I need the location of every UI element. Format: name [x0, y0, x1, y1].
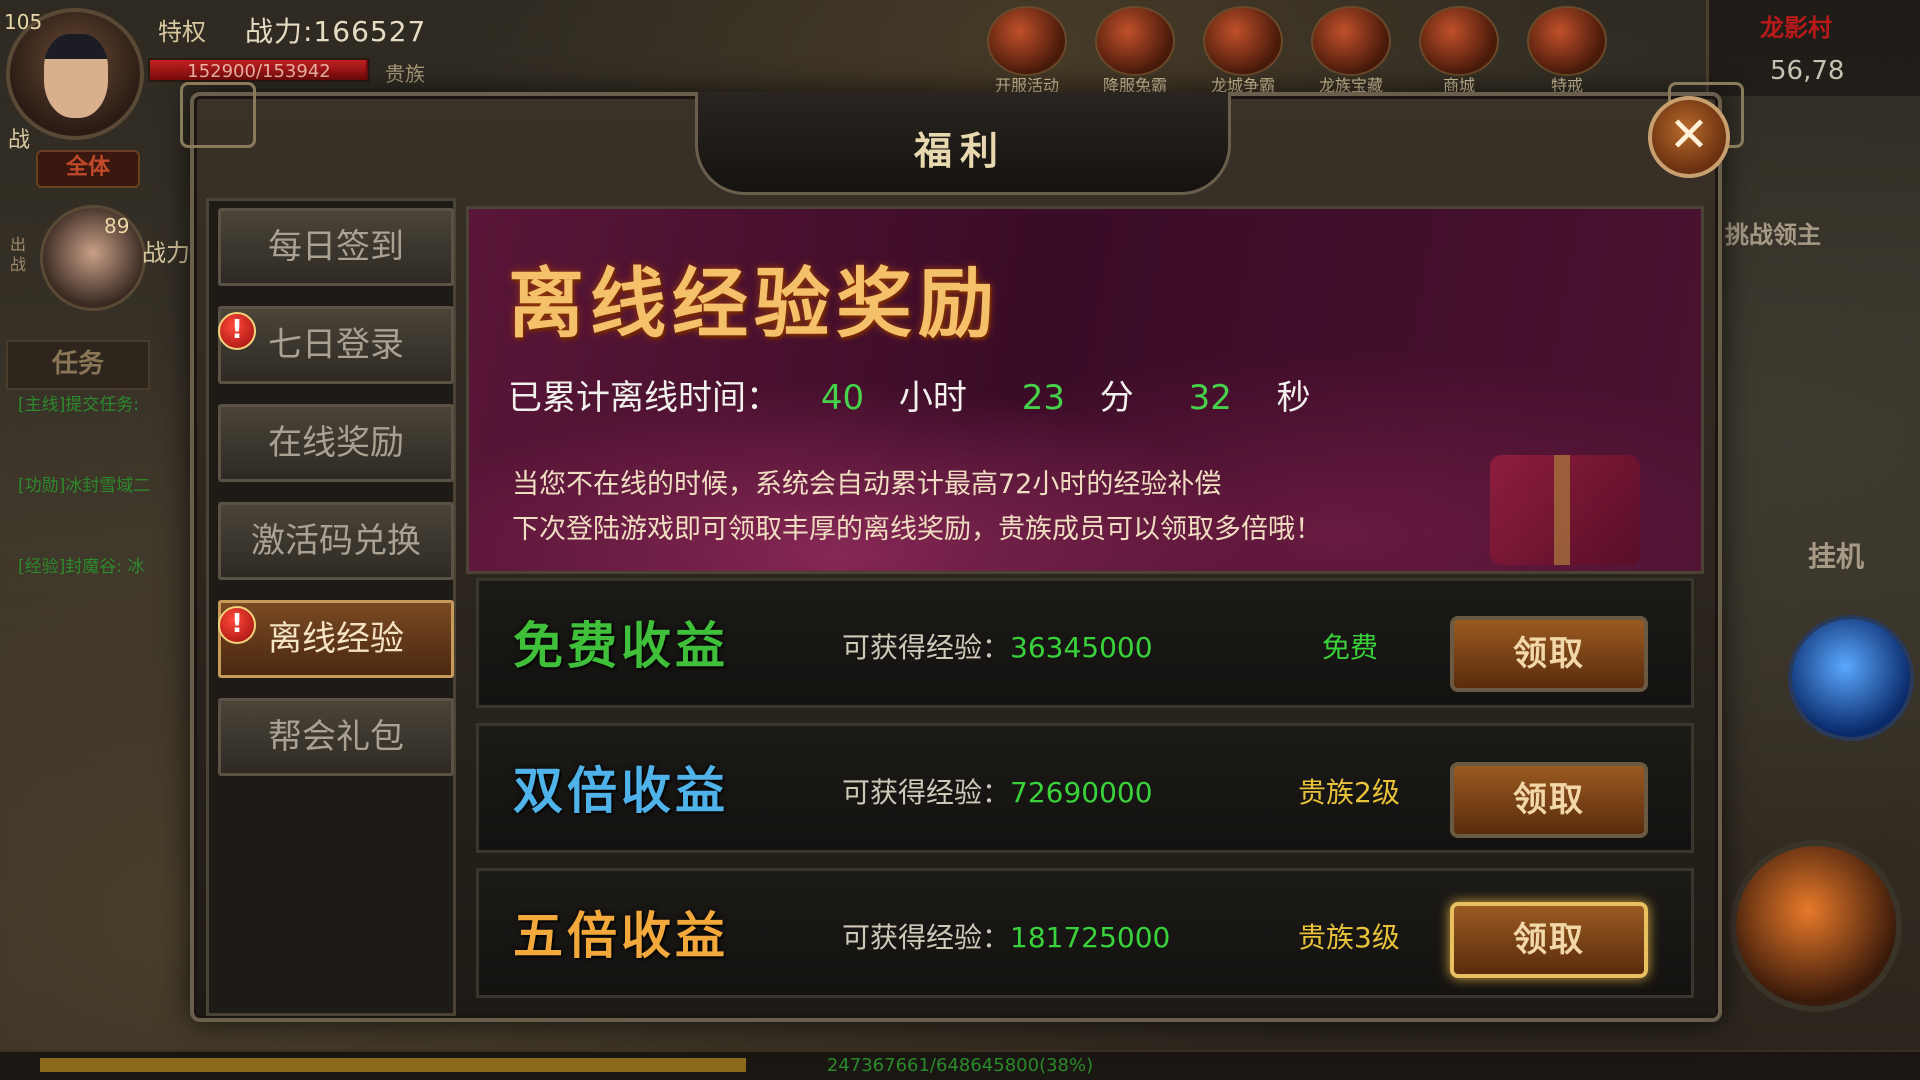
shop-icon — [1419, 6, 1499, 76]
claim-button-free[interactable]: 领取 — [1450, 616, 1648, 692]
reward-exp-free: 可获得经验：36345000 — [842, 626, 1153, 666]
ring-icon — [1527, 6, 1607, 76]
sidebar-item-online-reward[interactable]: 在线奖励 — [218, 404, 454, 482]
seconds-unit: 秒 — [1276, 378, 1311, 418]
task-tab[interactable]: 任务 — [6, 340, 150, 390]
pet-out-label: 出战 — [10, 235, 27, 274]
sidebar-item-seven-day-login[interactable]: 七日登录 — [218, 306, 454, 384]
claim-button-five[interactable]: 领取 — [1450, 902, 1648, 978]
player-level: 105 — [4, 10, 43, 34]
noble-label: 贵族 — [385, 62, 425, 86]
vip-label[interactable]: 特权 — [158, 12, 206, 47]
reward-exp-double: 可获得经验：72690000 — [842, 771, 1153, 811]
minimap-coordinates: 56,78 — [1770, 56, 1845, 86]
reward-name-double: 双倍收益 — [513, 761, 729, 820]
sidebar-item-daily-checkin[interactable]: 每日签到 — [218, 208, 454, 286]
top-icon-special-ring[interactable]: 特戒 — [1525, 6, 1609, 95]
offline-seconds: 32 — [1188, 378, 1232, 418]
top-icon-treasure[interactable]: 龙族宝藏 — [1309, 6, 1393, 95]
top-icon-shop[interactable]: 商城 — [1417, 6, 1501, 95]
auto-battle-button[interactable]: 挂机 — [1808, 535, 1864, 575]
player-face — [44, 34, 108, 118]
top-icon-opening-event[interactable]: 开服活动 — [985, 6, 1069, 95]
exp-label: 可获得经验： — [842, 921, 1011, 954]
pet-avatar[interactable] — [40, 205, 146, 311]
player-power: 战力:166527 — [245, 15, 427, 48]
task-item[interactable]: [经验]封魔谷: 冰 — [18, 552, 188, 577]
exp-value: 181725000 — [1010, 921, 1171, 954]
task-item[interactable]: [功勋]冰封雪域二 — [18, 471, 188, 496]
hours-unit: 小时 — [898, 378, 967, 418]
exp-bar: 247367661/648645800(38%) — [0, 1050, 1920, 1080]
reward-requirement-five: 贵族3级 — [1298, 921, 1400, 954]
minutes-unit: 分 — [1099, 378, 1134, 418]
reward-requirement-double: 贵族2级 — [1298, 776, 1400, 809]
alert-icon: ! — [218, 312, 256, 350]
dialog-title: 福利 — [913, 129, 1006, 173]
pet-power-label: 战力 — [142, 239, 190, 267]
sidebar-item-code-redeem[interactable]: 激活码兑换 — [218, 502, 454, 580]
reward-exp-five: 可获得经验：181725000 — [842, 916, 1170, 956]
banner-title: 离线经验奖励 — [508, 259, 1000, 348]
battle-tag: 战 — [8, 128, 31, 153]
swords-icon — [1095, 6, 1175, 76]
close-button[interactable]: ✕ — [1648, 96, 1730, 178]
exp-label: 可获得经验： — [842, 776, 1011, 809]
corner-decoration-left — [180, 82, 256, 148]
reward-requirement-free: 免费 — [1322, 631, 1379, 664]
reward-name-free: 免费收益 — [513, 616, 729, 675]
banner-description-2: 下次登陆游戏即可领取丰厚的离线奖励，贵族成员可以领取多倍哦！ — [512, 514, 1322, 545]
dragon-icon — [1203, 6, 1283, 76]
boss-challenge-label[interactable]: 挑战领主 — [1725, 215, 1821, 250]
hp-bar: 152900/153942 — [148, 58, 370, 82]
pet-level: 89 — [104, 214, 130, 238]
exp-label: 可获得经验： — [842, 631, 1011, 664]
task-list: [主线]提交任务: [功勋]冰封雪域二 [经验]封魔谷: 冰 — [18, 390, 188, 633]
minimap-location-name: 龙影村 — [1760, 14, 1832, 42]
exp-value: 36345000 — [1010, 631, 1153, 664]
alert-icon: ! — [218, 606, 256, 644]
sidebar-item-guild-gift[interactable]: 帮会礼包 — [218, 698, 454, 776]
task-item[interactable]: [主线]提交任务: — [18, 390, 188, 415]
banner-description-1: 当您不在线的时候，系统会自动累计最高72小时的经验补偿 — [512, 469, 1222, 500]
gift-box-icon — [1490, 455, 1640, 565]
attack-skill-button[interactable] — [1730, 840, 1902, 1012]
exp-value: 72690000 — [1010, 776, 1153, 809]
skill-ball-blue[interactable] — [1788, 615, 1914, 741]
sidebar-item-offline-exp[interactable]: 离线经验 — [218, 600, 454, 678]
event-icon — [987, 6, 1067, 76]
offline-minutes: 23 — [1021, 378, 1065, 418]
attack-mode-button[interactable]: 全体 — [36, 150, 140, 188]
top-icon-boss-tame[interactable]: 降服兔霸 — [1093, 6, 1177, 95]
offline-hours: 40 — [820, 378, 865, 418]
chest-icon — [1311, 6, 1391, 76]
offline-time: 已累计离线时间： 40 小时 23 分 32 秒 — [508, 370, 1311, 419]
offline-time-label: 已累计离线时间： — [508, 378, 780, 418]
claim-button-double[interactable]: 领取 — [1450, 762, 1648, 838]
reward-name-five: 五倍收益 — [513, 906, 729, 965]
top-icon-dragon-city[interactable]: 龙城争霸 — [1201, 6, 1285, 95]
exp-text: 247367661/648645800(38%) — [826, 1055, 1094, 1076]
hp-text: 152900/153942 — [187, 61, 331, 82]
